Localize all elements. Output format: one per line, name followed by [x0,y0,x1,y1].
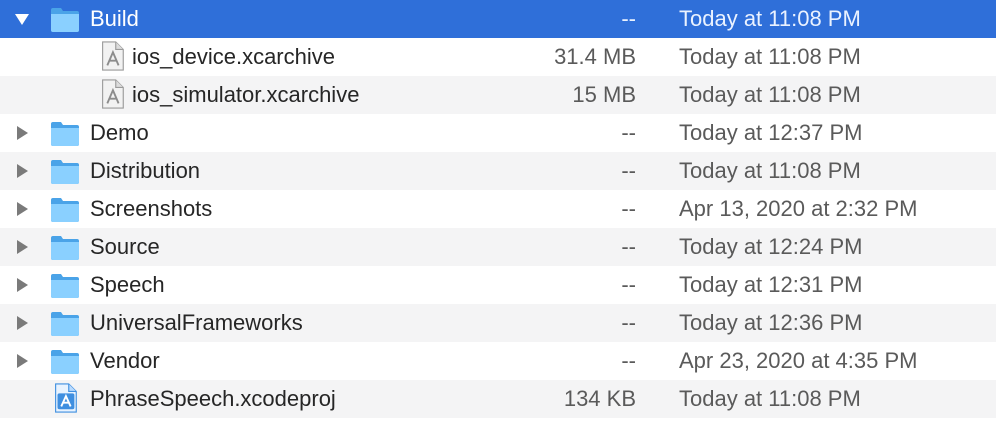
folder-icon [51,122,79,146]
file-size: 15 MB [572,82,636,107]
disclosure-triangle-collapsed-icon[interactable] [14,239,30,255]
file-size: -- [621,196,636,221]
file-name: ios_simulator.xcarchive [132,82,360,107]
file-row-vendor[interactable]: Vendor -- Apr 23, 2020 at 4:35 PM [0,342,996,380]
file-date: Today at 12:36 PM [679,310,863,335]
folder-icon [51,274,79,298]
disclosure-triangle-collapsed-icon[interactable] [14,277,30,293]
xcarchive-file-icon [102,41,124,71]
file-name: Source [90,234,160,259]
file-size: 31.4 MB [554,44,636,69]
file-name: ios_device.xcarchive [132,44,335,69]
xcodeproj-file-icon [55,383,77,413]
file-size: -- [621,158,636,183]
folder-icon [51,350,79,374]
file-row-demo[interactable]: Demo -- Today at 12:37 PM [0,114,996,152]
disclosure-triangle-collapsed-icon[interactable] [14,315,30,331]
file-size: -- [621,310,636,335]
file-size: 134 KB [563,386,636,411]
file-row-screenshots[interactable]: Screenshots -- Apr 13, 2020 at 2:32 PM [0,190,996,228]
xcarchive-file-icon [102,79,124,109]
disclosure-triangle-collapsed-icon[interactable] [14,353,30,369]
file-size: -- [621,120,636,145]
file-list: Build -- Today at 11:08 PM ios_device.xc… [0,0,996,424]
file-name: Build [90,6,139,31]
disclosure-triangle-expanded-icon[interactable] [14,11,30,27]
file-name: Screenshots [90,196,213,221]
file-size: -- [621,348,636,373]
folder-icon [51,236,79,260]
file-date: Today at 12:24 PM [679,234,863,259]
file-row-speech[interactable]: Speech -- Today at 12:31 PM [0,266,996,304]
folder-icon [51,8,79,32]
file-row-phrasespeech-xcodeproj[interactable]: PhraseSpeech.xcodeproj 134 KB Today at 1… [0,380,996,418]
file-date: Today at 12:31 PM [679,272,863,297]
file-name: Speech [90,272,165,297]
file-row-build[interactable]: Build -- Today at 11:08 PM [0,0,996,38]
file-date: Today at 12:37 PM [679,120,863,145]
file-name: UniversalFrameworks [90,310,303,335]
disclosure-triangle-collapsed-icon[interactable] [14,125,30,141]
file-name: Distribution [90,158,201,183]
file-row-source[interactable]: Source -- Today at 12:24 PM [0,228,996,266]
file-date: Today at 11:08 PM [679,158,861,183]
file-date: Today at 11:08 PM [679,82,861,107]
folder-icon [51,198,79,222]
file-date: Today at 11:08 PM [679,6,861,31]
file-date: Apr 23, 2020 at 4:35 PM [679,348,918,373]
file-name: Demo [90,120,149,145]
folder-icon [51,312,79,336]
file-row-ios-simulator-xcarchive[interactable]: ios_simulator.xcarchive 15 MB Today at 1… [0,76,996,114]
folder-icon [51,160,79,184]
file-size: -- [621,6,636,31]
file-size: -- [621,272,636,297]
file-row-distribution[interactable]: Distribution -- Today at 11:08 PM [0,152,996,190]
file-date: Today at 11:08 PM [679,386,861,411]
file-name: Vendor [90,348,160,373]
disclosure-triangle-collapsed-icon[interactable] [14,201,30,217]
file-row-partial [0,418,996,424]
file-date: Today at 11:08 PM [679,44,861,69]
file-size: -- [621,234,636,259]
file-date: Apr 13, 2020 at 2:32 PM [679,196,918,221]
file-row-universalframeworks[interactable]: UniversalFrameworks -- Today at 12:36 PM [0,304,996,342]
file-row-ios-device-xcarchive[interactable]: ios_device.xcarchive 31.4 MB Today at 11… [0,38,996,76]
file-name: PhraseSpeech.xcodeproj [90,386,336,411]
disclosure-triangle-collapsed-icon[interactable] [14,163,30,179]
